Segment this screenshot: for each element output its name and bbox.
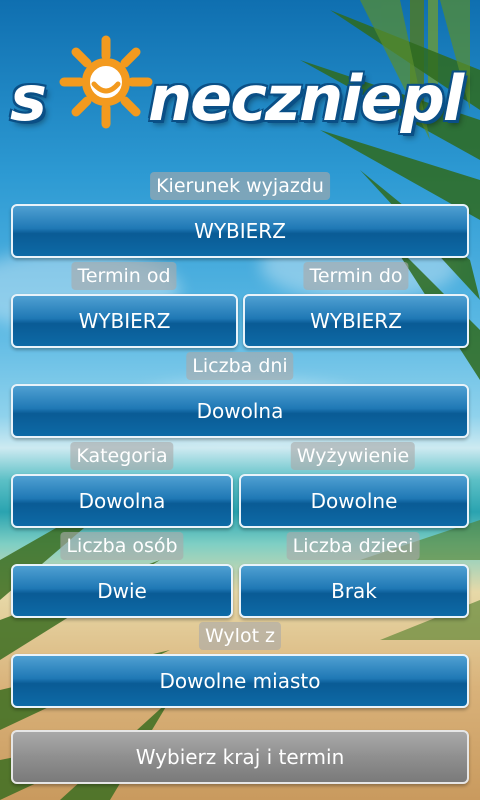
wyzywienie-button[interactable]: Dowolne xyxy=(239,474,469,528)
liczba-dni-button[interactable]: Dowolna xyxy=(11,384,469,438)
sun-icon xyxy=(59,35,153,129)
label-liczba-dni: Liczba dni xyxy=(186,352,294,380)
label-wyzywienie: Wyżywienie xyxy=(290,442,416,470)
label-liczba-dzieci: Liczba dzieci xyxy=(286,532,420,560)
termin-do-button[interactable]: WYBIERZ xyxy=(243,294,469,348)
wylot-button[interactable]: Dowolne miasto xyxy=(11,654,469,708)
label-termin-do: Termin do xyxy=(303,262,409,290)
label-liczba-osob: Liczba osób xyxy=(60,532,184,560)
termin-od-button[interactable]: WYBIERZ xyxy=(11,294,238,348)
label-termin-od: Termin od xyxy=(71,262,177,290)
logo-text-left: s xyxy=(10,62,47,135)
kategoria-button[interactable]: Dowolna xyxy=(11,474,233,528)
app-logo: s neczniepl xyxy=(8,28,472,138)
label-kierunek: Kierunek wyjazdu xyxy=(150,172,330,200)
label-wylot: Wylot z xyxy=(198,622,282,650)
liczba-dzieci-button[interactable]: Brak xyxy=(239,564,469,618)
liczba-osob-button[interactable]: Dwie xyxy=(11,564,233,618)
kierunek-button[interactable]: WYBIERZ xyxy=(11,204,469,258)
label-kategoria: Kategoria xyxy=(70,442,174,470)
logo-text-right: neczniepl xyxy=(148,62,464,135)
submit-button[interactable]: Wybierz kraj i termin xyxy=(11,730,469,784)
app-screen: s neczniepl Kierunek wyjazdu WYBIERZ Ter… xyxy=(0,0,480,800)
